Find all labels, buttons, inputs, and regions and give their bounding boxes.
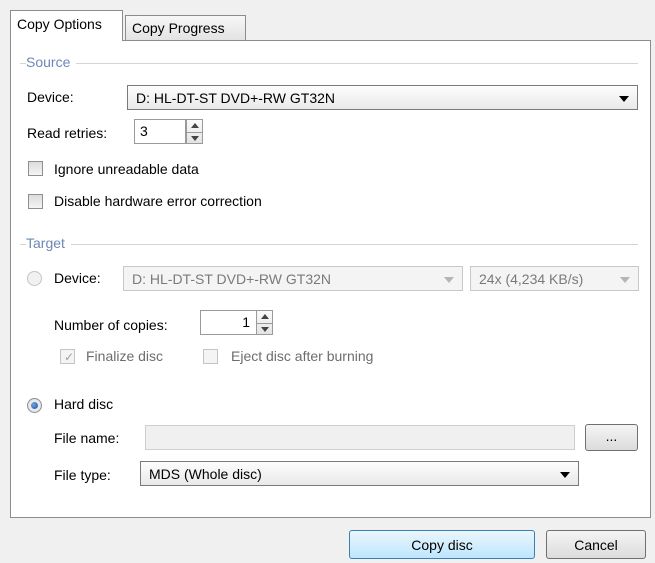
browse-button-label: ...: [605, 428, 618, 444]
disable-hw-ecc-checkbox[interactable]: [28, 194, 43, 209]
copies-input[interactable]: 1: [200, 310, 257, 335]
tab-copy-progress-label: Copy Progress: [132, 20, 225, 36]
copy-disc-button-label: Copy disc: [411, 537, 473, 553]
hard-disc-label: Hard disc: [54, 396, 114, 412]
chevron-down-icon: [619, 96, 629, 102]
tab-copy-options-label: Copy Options: [17, 16, 102, 32]
radio-selected-icon: [31, 402, 38, 409]
spin-up-button[interactable]: [257, 311, 272, 323]
source-device-value: D: HL-DT-ST DVD+-RW GT32N: [136, 90, 336, 106]
file-name-label: File name:: [54, 430, 120, 446]
chevron-down-icon: [560, 472, 570, 478]
copies-value: 1: [242, 314, 250, 330]
copies-label: Number of copies:: [54, 317, 168, 333]
write-speed-select[interactable]: 24x (4,234 KB/s): [470, 266, 639, 291]
tab-copy-options[interactable]: Copy Options: [10, 10, 123, 41]
arrow-down-icon: [261, 327, 269, 332]
arrow-up-icon: [191, 123, 199, 128]
source-group-line: [20, 63, 638, 64]
arrow-up-icon: [261, 314, 269, 319]
target-device-label: Device:: [54, 270, 101, 286]
target-device-value: D: HL-DT-ST DVD+-RW GT32N: [132, 271, 332, 287]
hard-disc-radio[interactable]: [27, 398, 42, 413]
tab-strip: Copy Options Copy Progress: [10, 10, 650, 41]
target-device-radio[interactable]: [27, 271, 42, 286]
ignore-unreadable-checkbox[interactable]: [28, 161, 43, 176]
source-device-label: Device:: [27, 89, 74, 105]
target-group-line: [20, 244, 638, 245]
write-speed-value: 24x (4,234 KB/s): [479, 271, 584, 287]
copy-disc-button[interactable]: Copy disc: [349, 530, 535, 559]
spin-up-button[interactable]: [187, 120, 202, 132]
file-type-label: File type:: [54, 467, 111, 483]
cancel-button-label: Cancel: [574, 537, 618, 553]
source-device-select[interactable]: D: HL-DT-ST DVD+-RW GT32N: [127, 85, 638, 110]
read-retries-input[interactable]: 3: [134, 119, 186, 144]
file-name-input[interactable]: [145, 425, 575, 450]
ignore-unreadable-label: Ignore unreadable data: [54, 161, 199, 177]
read-retries-stepper[interactable]: [186, 119, 203, 144]
target-device-select[interactable]: D: HL-DT-ST DVD+-RW GT32N: [123, 266, 463, 291]
copies-stepper[interactable]: [256, 310, 273, 335]
finalize-disc-checkbox[interactable]: ✓: [60, 349, 75, 364]
eject-disc-label: Eject disc after burning: [231, 348, 374, 364]
target-group-header: Target: [26, 235, 71, 251]
chevron-down-icon: [444, 277, 454, 283]
tab-copy-progress[interactable]: Copy Progress: [125, 15, 246, 41]
browse-button[interactable]: ...: [585, 424, 638, 451]
spin-down-button[interactable]: [257, 323, 272, 335]
finalize-disc-label: Finalize disc: [86, 348, 164, 364]
file-type-value: MDS (Whole disc): [149, 466, 262, 482]
eject-disc-checkbox[interactable]: [203, 349, 218, 364]
chevron-down-icon: [620, 277, 630, 283]
source-group-header: Source: [26, 54, 77, 70]
read-retries-value: 3: [140, 123, 148, 139]
cancel-button[interactable]: Cancel: [546, 530, 646, 559]
arrow-down-icon: [191, 136, 199, 141]
read-retries-label: Read retries:: [27, 125, 108, 141]
checkmark-icon: ✓: [64, 350, 75, 364]
disable-hw-ecc-label: Disable hardware error correction: [54, 193, 262, 209]
spin-down-button[interactable]: [187, 132, 202, 144]
file-type-select[interactable]: MDS (Whole disc): [140, 461, 579, 486]
